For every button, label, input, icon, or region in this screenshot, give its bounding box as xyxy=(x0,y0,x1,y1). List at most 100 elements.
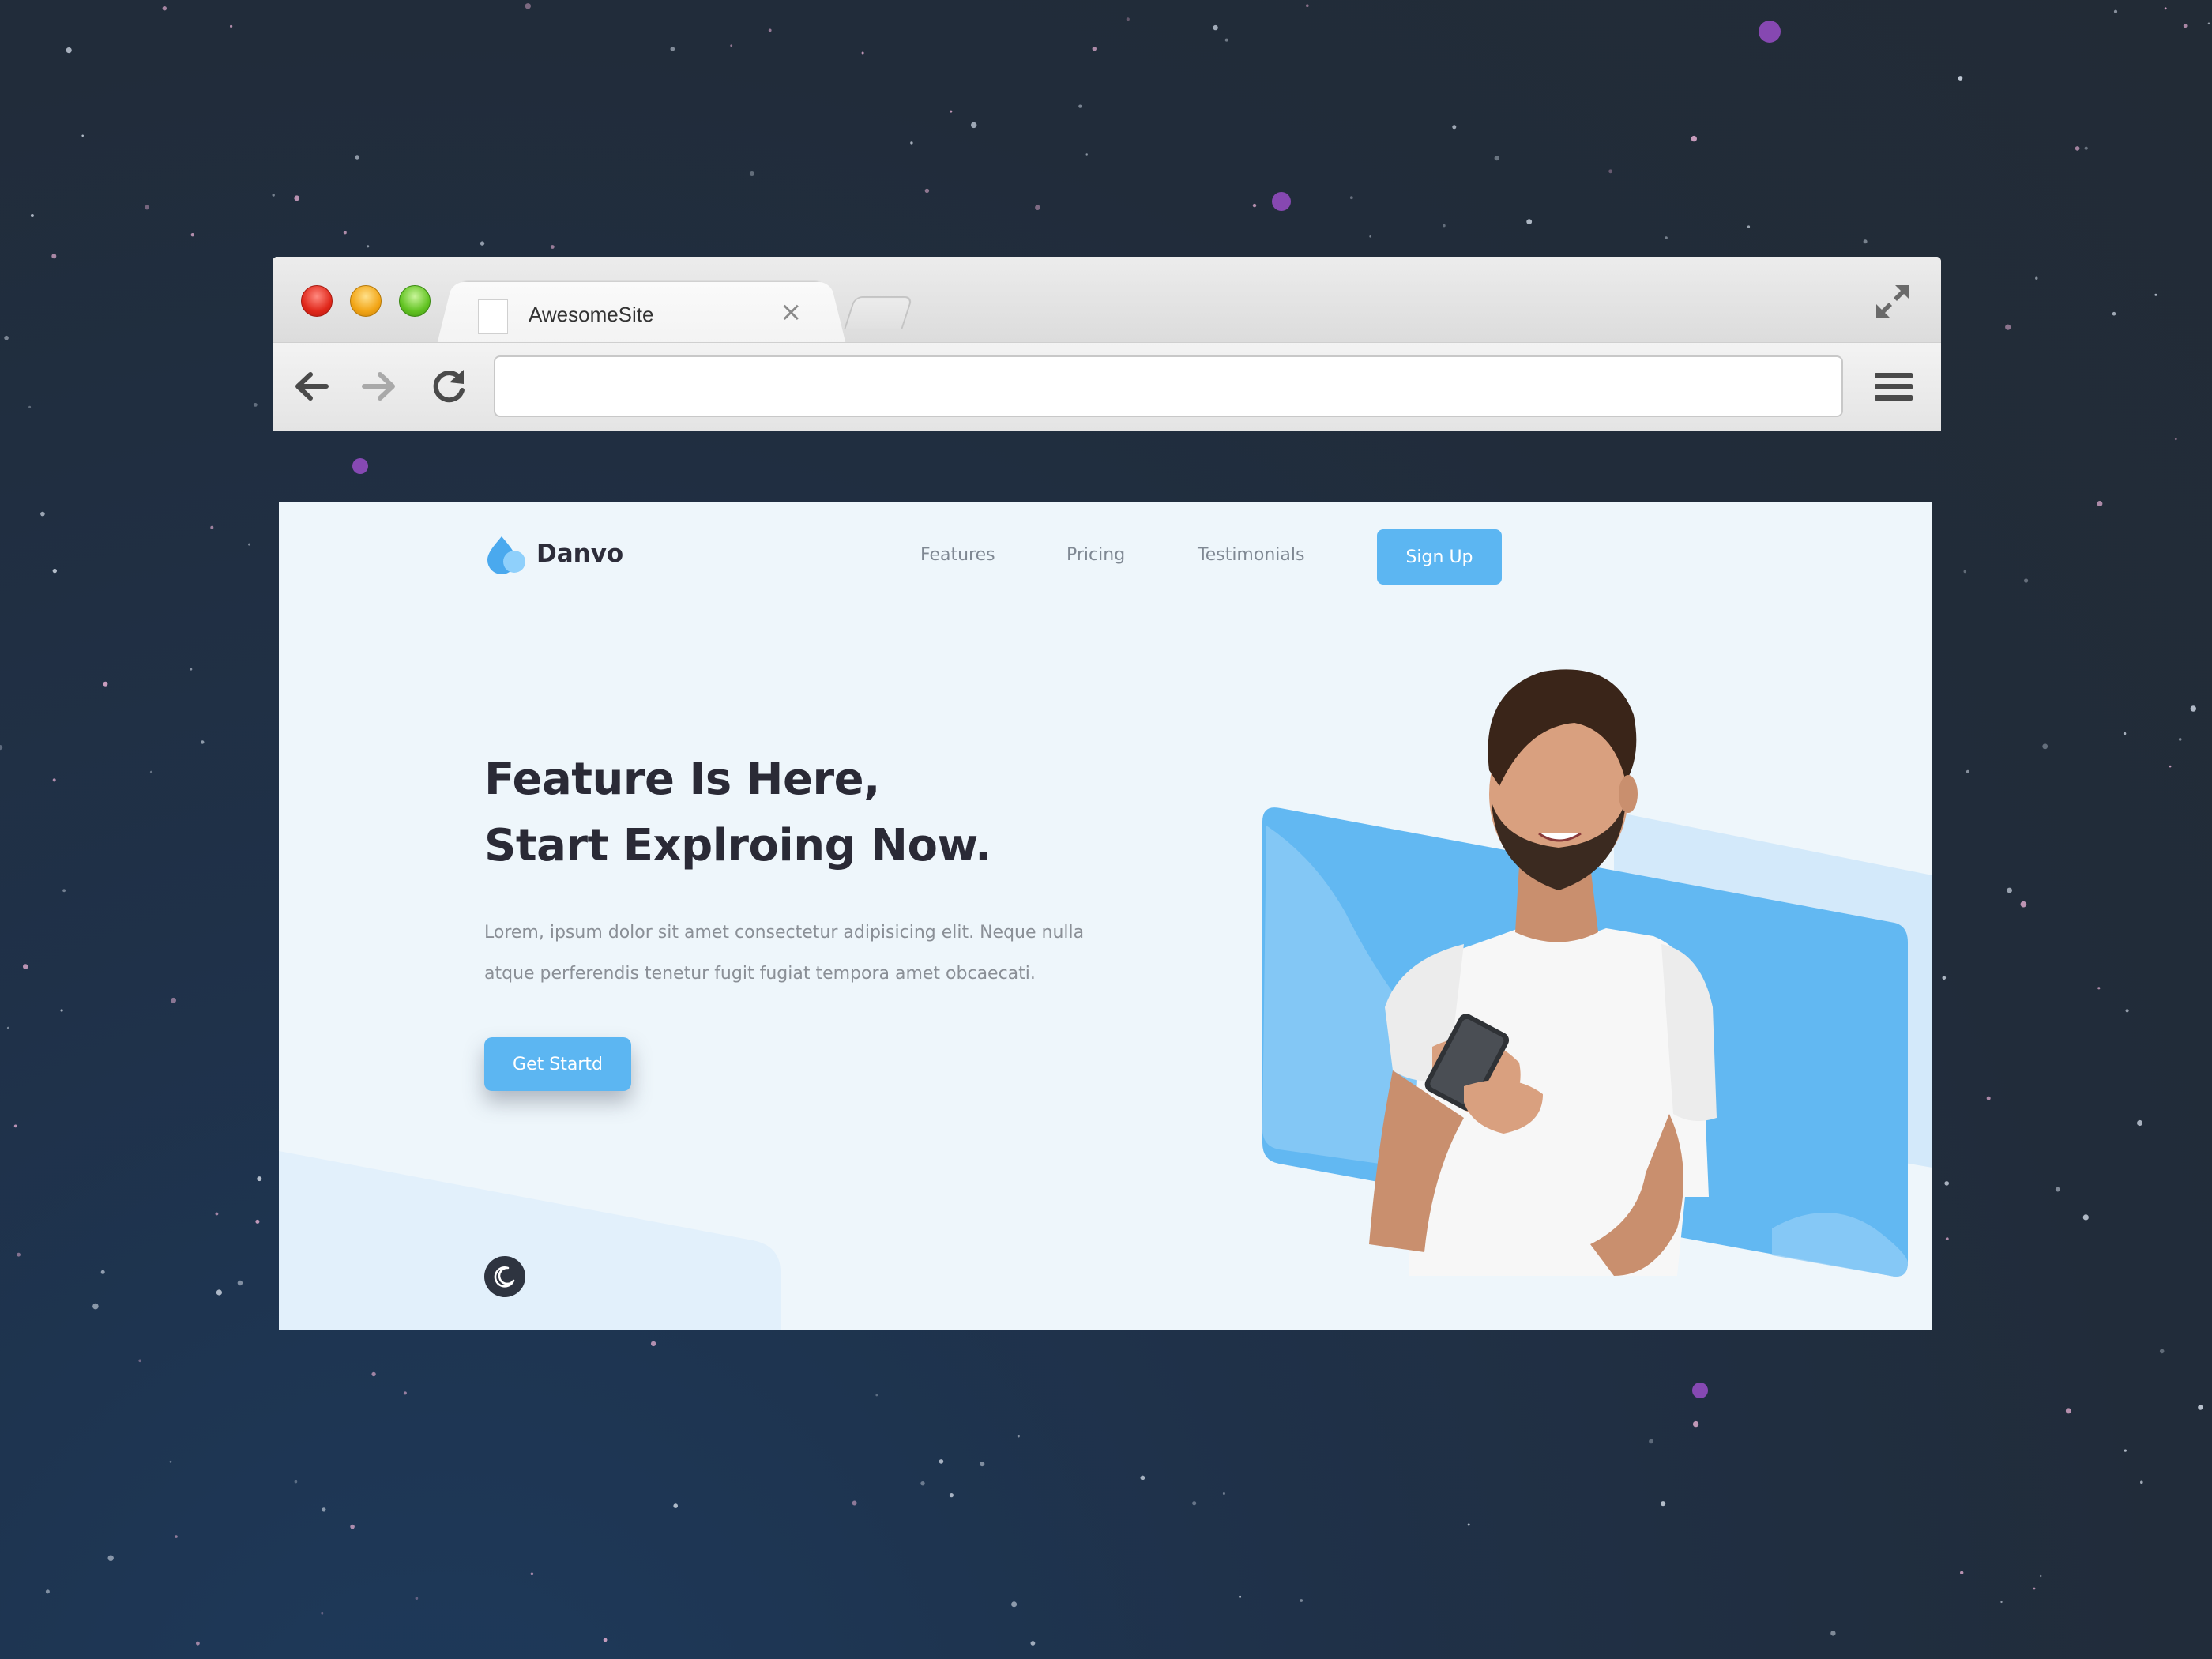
star xyxy=(1017,1435,1020,1438)
nav-link-features[interactable]: Features xyxy=(920,545,995,565)
star xyxy=(480,241,485,246)
star xyxy=(171,997,177,1003)
get-started-button[interactable]: Get Startd xyxy=(484,1037,631,1091)
water-drop-logo-icon xyxy=(487,536,525,574)
star xyxy=(910,141,913,145)
star xyxy=(1830,1631,1836,1636)
forward-arrow-icon[interactable] xyxy=(358,365,401,408)
star xyxy=(51,254,57,259)
hero-illustration xyxy=(1262,669,1932,1277)
star xyxy=(371,1371,376,1377)
star xyxy=(939,1459,944,1464)
star xyxy=(1030,1641,1036,1646)
person-with-phone-illustration xyxy=(1369,669,1717,1276)
glowing-star xyxy=(1272,192,1291,211)
star xyxy=(190,233,194,237)
star xyxy=(1661,1501,1666,1507)
star xyxy=(1092,47,1097,51)
star xyxy=(875,1394,878,1397)
star xyxy=(924,188,930,194)
star xyxy=(2084,146,2088,150)
star xyxy=(1222,1492,1225,1495)
star xyxy=(949,1493,954,1498)
hero-title-line-2: Start Explroing Now. xyxy=(484,820,991,871)
star xyxy=(28,405,32,408)
star xyxy=(2123,732,2127,735)
star xyxy=(201,740,205,744)
star xyxy=(196,1641,200,1646)
star xyxy=(321,1612,324,1615)
fullscreen-icon[interactable] xyxy=(1873,282,1913,322)
star xyxy=(1126,17,1130,21)
hamburger-menu-icon[interactable] xyxy=(1873,370,1914,404)
star xyxy=(1192,1501,1197,1506)
star xyxy=(1078,104,1082,108)
star xyxy=(169,1460,172,1463)
tab-close-icon[interactable]: × xyxy=(780,296,803,328)
address-bar[interactable] xyxy=(494,356,1843,417)
star xyxy=(1944,1181,1949,1186)
star xyxy=(1942,976,1947,980)
star xyxy=(920,1481,925,1486)
star xyxy=(2035,276,2038,280)
brand-logo[interactable]: Danvo xyxy=(484,532,623,576)
nav-link-testimonials[interactable]: Testimonials xyxy=(1198,545,1304,565)
star xyxy=(2007,887,2013,893)
browser-tab[interactable]: AwesomeSite × xyxy=(456,282,827,344)
window-minimize-button[interactable] xyxy=(350,285,382,317)
hero-description-line-2: atque perferendis tenetur fugit fugiat t… xyxy=(484,964,1036,984)
star xyxy=(237,1280,243,1286)
star xyxy=(1608,169,1612,174)
star xyxy=(2097,987,2101,990)
star xyxy=(1945,1237,1949,1240)
star xyxy=(1747,225,1751,228)
star xyxy=(1960,1571,1964,1575)
reload-icon[interactable] xyxy=(427,365,470,408)
star xyxy=(257,1176,262,1182)
nav-link-pricing[interactable]: Pricing xyxy=(1066,545,1125,565)
back-arrow-icon[interactable] xyxy=(290,365,333,408)
new-tab-button[interactable] xyxy=(844,296,913,329)
star xyxy=(1213,24,1218,31)
star xyxy=(23,964,28,969)
window-close-button[interactable] xyxy=(301,285,333,317)
star xyxy=(294,1480,298,1484)
star xyxy=(650,1341,656,1347)
star xyxy=(603,1638,608,1642)
star xyxy=(248,543,250,546)
star xyxy=(1085,153,1088,156)
star xyxy=(1665,236,1668,239)
star xyxy=(1963,570,1967,574)
sign-up-button[interactable]: Sign Up xyxy=(1377,529,1502,585)
star xyxy=(216,1289,222,1296)
star xyxy=(355,155,359,160)
glowing-star xyxy=(1692,1382,1708,1398)
star xyxy=(60,1009,63,1012)
star xyxy=(367,245,370,248)
star xyxy=(950,110,953,113)
star xyxy=(1252,203,1257,208)
window-maximize-button[interactable] xyxy=(399,285,431,317)
star xyxy=(13,1124,17,1128)
star xyxy=(40,511,45,517)
star xyxy=(673,1503,678,1508)
star xyxy=(92,1303,99,1310)
star xyxy=(2164,7,2167,10)
star xyxy=(1958,76,1963,81)
star xyxy=(230,24,233,28)
star xyxy=(525,3,531,9)
browser-toolbar xyxy=(273,342,1941,431)
star xyxy=(1986,1096,1991,1100)
star xyxy=(4,335,9,340)
star xyxy=(2190,705,2196,712)
star xyxy=(2005,324,2011,330)
dark-mode-toggle[interactable] xyxy=(484,1256,525,1297)
star xyxy=(81,134,84,137)
star xyxy=(2024,578,2029,583)
star xyxy=(2183,24,2188,28)
star xyxy=(1966,769,1969,773)
star xyxy=(1369,235,1371,238)
star xyxy=(2033,1587,2036,1590)
star xyxy=(768,28,772,32)
star xyxy=(670,47,675,51)
